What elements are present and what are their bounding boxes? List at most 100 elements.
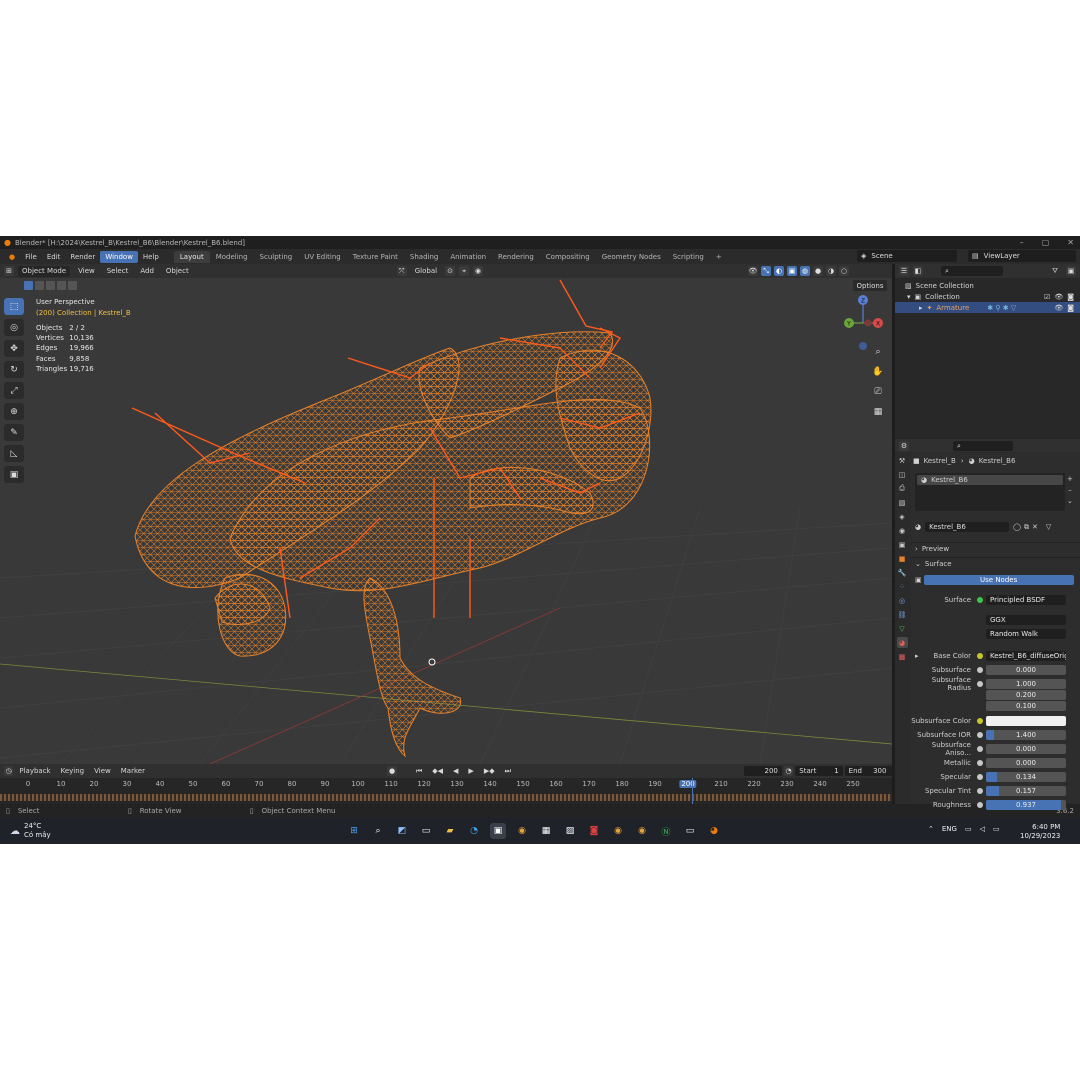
properties-editor-icon[interactable]: ⚙ — [899, 440, 909, 451]
eye-icon[interactable]: 👁 — [1054, 304, 1063, 312]
frame-ruler[interactable]: 0 10 20 30 40 50 60 70 80 90 100 110 120 130 140 150 160… — [0, 778, 892, 790]
scene-tab-icon[interactable]: ◈ — [897, 511, 908, 522]
file-explorer-icon[interactable]: ▰ — [442, 823, 458, 839]
widgets-icon[interactable]: ◩ — [394, 823, 410, 839]
tab-sculpting[interactable]: Sculpting — [254, 251, 299, 263]
socket-icon[interactable] — [977, 802, 983, 808]
outliner-row[interactable]: ▸ ✦ Armature ✱ ⚲ ✱ ▽ 👁 ◙ — [895, 302, 1080, 313]
blender-menu-icon[interactable]: ● — [4, 251, 20, 263]
gizmo-toggle-icon[interactable]: ⤡ — [761, 266, 771, 276]
clock[interactable]: 6:40 PM 10/29/2023 — [1020, 823, 1060, 841]
move-tool-icon[interactable]: ✥ — [4, 340, 24, 357]
socket-icon[interactable] — [977, 732, 983, 738]
render-tab-icon[interactable]: ◫ — [897, 469, 908, 480]
search-icon[interactable]: ⌕ — [370, 823, 386, 839]
viewport-scene[interactable] — [0, 278, 892, 764]
duplicate-icon[interactable]: ⧉ — [1024, 523, 1029, 532]
navigation-gizmo[interactable]: Z X Y — [840, 292, 890, 352]
texture-field[interactable]: Kestrel_B6_diffuseOrig... — [986, 651, 1066, 661]
measure-tool-icon[interactable]: ◺ — [4, 445, 24, 462]
slot-menu-icon[interactable]: ⌄ — [1067, 497, 1073, 505]
select-invert-icon[interactable] — [57, 281, 66, 290]
subsurface-method-dropdown[interactable]: Random Walk — [986, 629, 1066, 639]
select-new-icon[interactable] — [24, 281, 33, 290]
add-workspace-icon[interactable]: + — [710, 251, 728, 263]
windows-start-icon[interactable]: ⊞ — [346, 823, 362, 839]
new-collection-icon[interactable]: ▣ — [1066, 266, 1076, 276]
rotate-tool-icon[interactable]: ↻ — [4, 361, 24, 378]
camera-view-icon[interactable]: ⎚ — [870, 384, 886, 400]
output-tab-icon[interactable]: ⎙ — [897, 483, 908, 494]
tab-uv-editing[interactable]: UV Editing — [298, 251, 347, 263]
view-layer-tab-icon[interactable]: ▧ — [897, 497, 908, 508]
close-button[interactable]: ✕ — [1067, 238, 1074, 247]
chrome-profile-icon[interactable]: ◉ — [610, 823, 626, 839]
tab-layout[interactable]: Layout — [173, 250, 210, 263]
jump-start-icon[interactable]: ⏮ — [412, 766, 426, 777]
play-icon[interactable]: ▶ — [464, 766, 477, 777]
color-swatch[interactable] — [986, 716, 1066, 726]
select-subtract-icon[interactable] — [46, 281, 55, 290]
weather-icon[interactable]: ☁ — [10, 826, 20, 837]
snap-icon[interactable]: ⌖ — [459, 266, 470, 276]
volume-icon[interactable]: ◁ — [980, 825, 985, 833]
tab-compositing[interactable]: Compositing — [540, 251, 596, 263]
tab-shading[interactable]: Shading — [404, 251, 444, 263]
mode-dropdown[interactable]: Object Mode — [18, 265, 71, 277]
menu-render[interactable]: Render — [65, 251, 100, 263]
display-mode-icon[interactable]: ◧ — [913, 266, 923, 276]
pivot-icon[interactable]: ⊙ — [445, 266, 456, 276]
menu-window[interactable]: Window — [100, 250, 138, 263]
material-shading-icon[interactable]: ◑ — [826, 266, 836, 276]
camera-icon[interactable]: ◙ — [1067, 293, 1074, 301]
socket-icon[interactable] — [977, 718, 983, 724]
filter-icon[interactable]: ⛛ — [1052, 267, 1058, 276]
proportional-edit-icon[interactable]: ◉ — [473, 266, 484, 276]
preview-range-icon[interactable]: ◔ — [783, 766, 794, 776]
pan-hand-icon[interactable]: ✋ — [870, 364, 886, 380]
number-slider[interactable]: 0.000 — [986, 744, 1066, 754]
outliner-row[interactable]: ▨ Scene Collection — [895, 280, 1080, 291]
physics-tab-icon[interactable]: ◎ — [897, 595, 908, 606]
blender-task-icon[interactable]: ▣ — [490, 823, 506, 839]
start-frame-field[interactable]: Start 1 — [795, 766, 843, 776]
tray-chevron-icon[interactable]: ⌃ — [928, 825, 934, 833]
tab-animation[interactable]: Animation — [444, 251, 492, 263]
timeline-keying-menu[interactable]: Keying — [57, 766, 89, 777]
timeline-view-menu[interactable]: View — [90, 766, 115, 777]
tab-rendering[interactable]: Rendering — [492, 251, 540, 263]
collection-tab-icon[interactable]: ▣ — [897, 539, 908, 550]
add-cube-tool-icon[interactable]: ▣ — [4, 466, 24, 483]
jump-keyframe-back-icon[interactable]: ◆◀ — [428, 766, 447, 777]
socket-icon[interactable] — [977, 667, 983, 673]
task-view-icon[interactable]: ▭ — [418, 823, 434, 839]
rendered-shading-icon[interactable]: ○ — [839, 266, 849, 276]
constraints-tab-icon[interactable]: ⛓ — [897, 609, 908, 620]
use-nodes-button[interactable]: Use Nodes — [923, 575, 1074, 585]
particles-tab-icon[interactable]: ⁘ — [897, 581, 908, 592]
annotate-tool-icon[interactable]: ✎ — [4, 424, 24, 441]
material-slot-list[interactable]: ◕ Kestrel_B6 — [915, 473, 1065, 511]
edge-browser-icon[interactable]: ◔ — [466, 823, 482, 839]
tab-geometry-nodes[interactable]: Geometry Nodes — [596, 251, 667, 263]
solid-shading-icon[interactable]: ● — [813, 266, 823, 276]
battery-icon[interactable]: ▭ — [993, 825, 1000, 833]
number-slider[interactable]: 0.100 — [986, 701, 1066, 711]
current-frame-field[interactable]: 200 — [743, 766, 782, 776]
menu-view[interactable]: View — [74, 266, 99, 277]
menu-select[interactable]: Select — [103, 266, 133, 277]
object-tab-icon[interactable]: ■ — [897, 553, 908, 564]
material-name-field[interactable]: Kestrel_B6 — [925, 522, 1010, 532]
expand-arrow-icon[interactable]: ▾ — [907, 293, 911, 301]
scene-selector[interactable]: ◈ Scene — [857, 250, 957, 262]
blender-app-icon[interactable]: ◕ — [706, 823, 722, 839]
fake-user-icon[interactable]: ◯ — [1013, 523, 1021, 531]
eye-icon[interactable]: 👁 — [1054, 293, 1063, 301]
socket-icon[interactable] — [977, 746, 983, 752]
world-tab-icon[interactable]: ◉ — [897, 525, 908, 536]
store-icon[interactable]: ▦ — [538, 823, 554, 839]
menu-help[interactable]: Help — [138, 251, 164, 263]
slot-link-icon[interactable]: ▽ — [1046, 523, 1051, 531]
tab-scripting[interactable]: Scripting — [667, 251, 710, 263]
menu-file[interactable]: File — [20, 251, 42, 263]
